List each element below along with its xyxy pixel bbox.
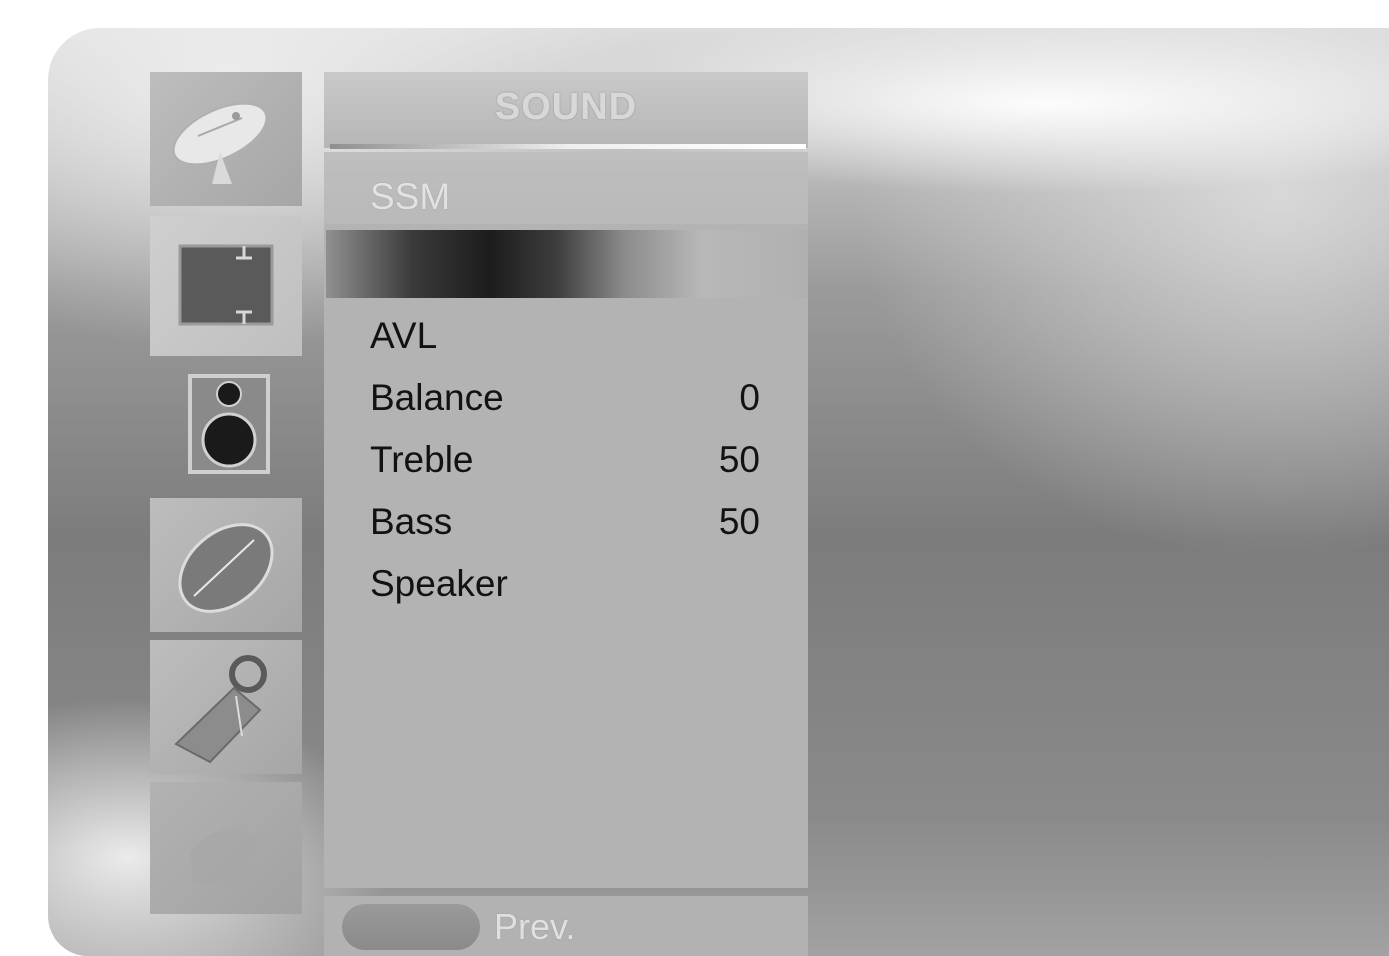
menu-item-ssm[interactable]: SSM: [324, 152, 808, 224]
sidebar-item-option[interactable]: [150, 640, 302, 774]
menu-item-avl[interactable]: AVL: [324, 305, 808, 367]
menu-item-bass[interactable]: Bass 50: [324, 491, 808, 553]
key-lock-icon: [174, 655, 267, 764]
menu-item-value: 50: [718, 501, 760, 542]
sidebar-item-sound[interactable]: [150, 366, 302, 486]
sidebar-item-special[interactable]: [150, 782, 302, 914]
sound-menu: SOUND SSM AVL Balance 0 Treble 50 Bass 5…: [324, 72, 808, 956]
menu-item-balance[interactable]: Balance 0: [324, 367, 808, 429]
menu-item-label: Treble: [370, 439, 474, 480]
tv-screen: SOUND SSM AVL Balance 0 Treble 50 Bass 5…: [48, 28, 1389, 956]
menu-item-treble[interactable]: Treble 50: [324, 429, 808, 491]
satellite-dish-icon: [172, 102, 268, 184]
menu-item-label: SSM: [370, 176, 451, 217]
menu-item-value: 0: [739, 377, 760, 418]
prev-button[interactable]: [342, 904, 480, 950]
menu-item-speaker[interactable]: Speaker: [324, 553, 808, 615]
speaker-icon: [188, 374, 270, 474]
sidebar-item-station[interactable]: [150, 72, 302, 206]
menu-item-label: AVL: [370, 315, 438, 356]
menu-item-label: Balance: [370, 377, 504, 418]
prev-label: Prev.: [494, 906, 576, 947]
clock-icon: [178, 523, 274, 613]
menu-item-value: 50: [718, 439, 760, 480]
sidebar-item-picture[interactable]: [150, 216, 302, 356]
header-divider: [330, 144, 806, 149]
picture-icon: [178, 244, 274, 326]
special-icon: [190, 829, 262, 890]
menu-item-label: Speaker: [370, 563, 508, 604]
menu-header: SOUND: [324, 72, 808, 149]
menu-title: SOUND: [494, 86, 638, 128]
menu-item-label: Bass: [370, 501, 453, 542]
sidebar-item-time[interactable]: [150, 498, 302, 632]
menu-item-selected[interactable]: [326, 230, 808, 298]
menu-footer: Prev.: [324, 896, 808, 956]
